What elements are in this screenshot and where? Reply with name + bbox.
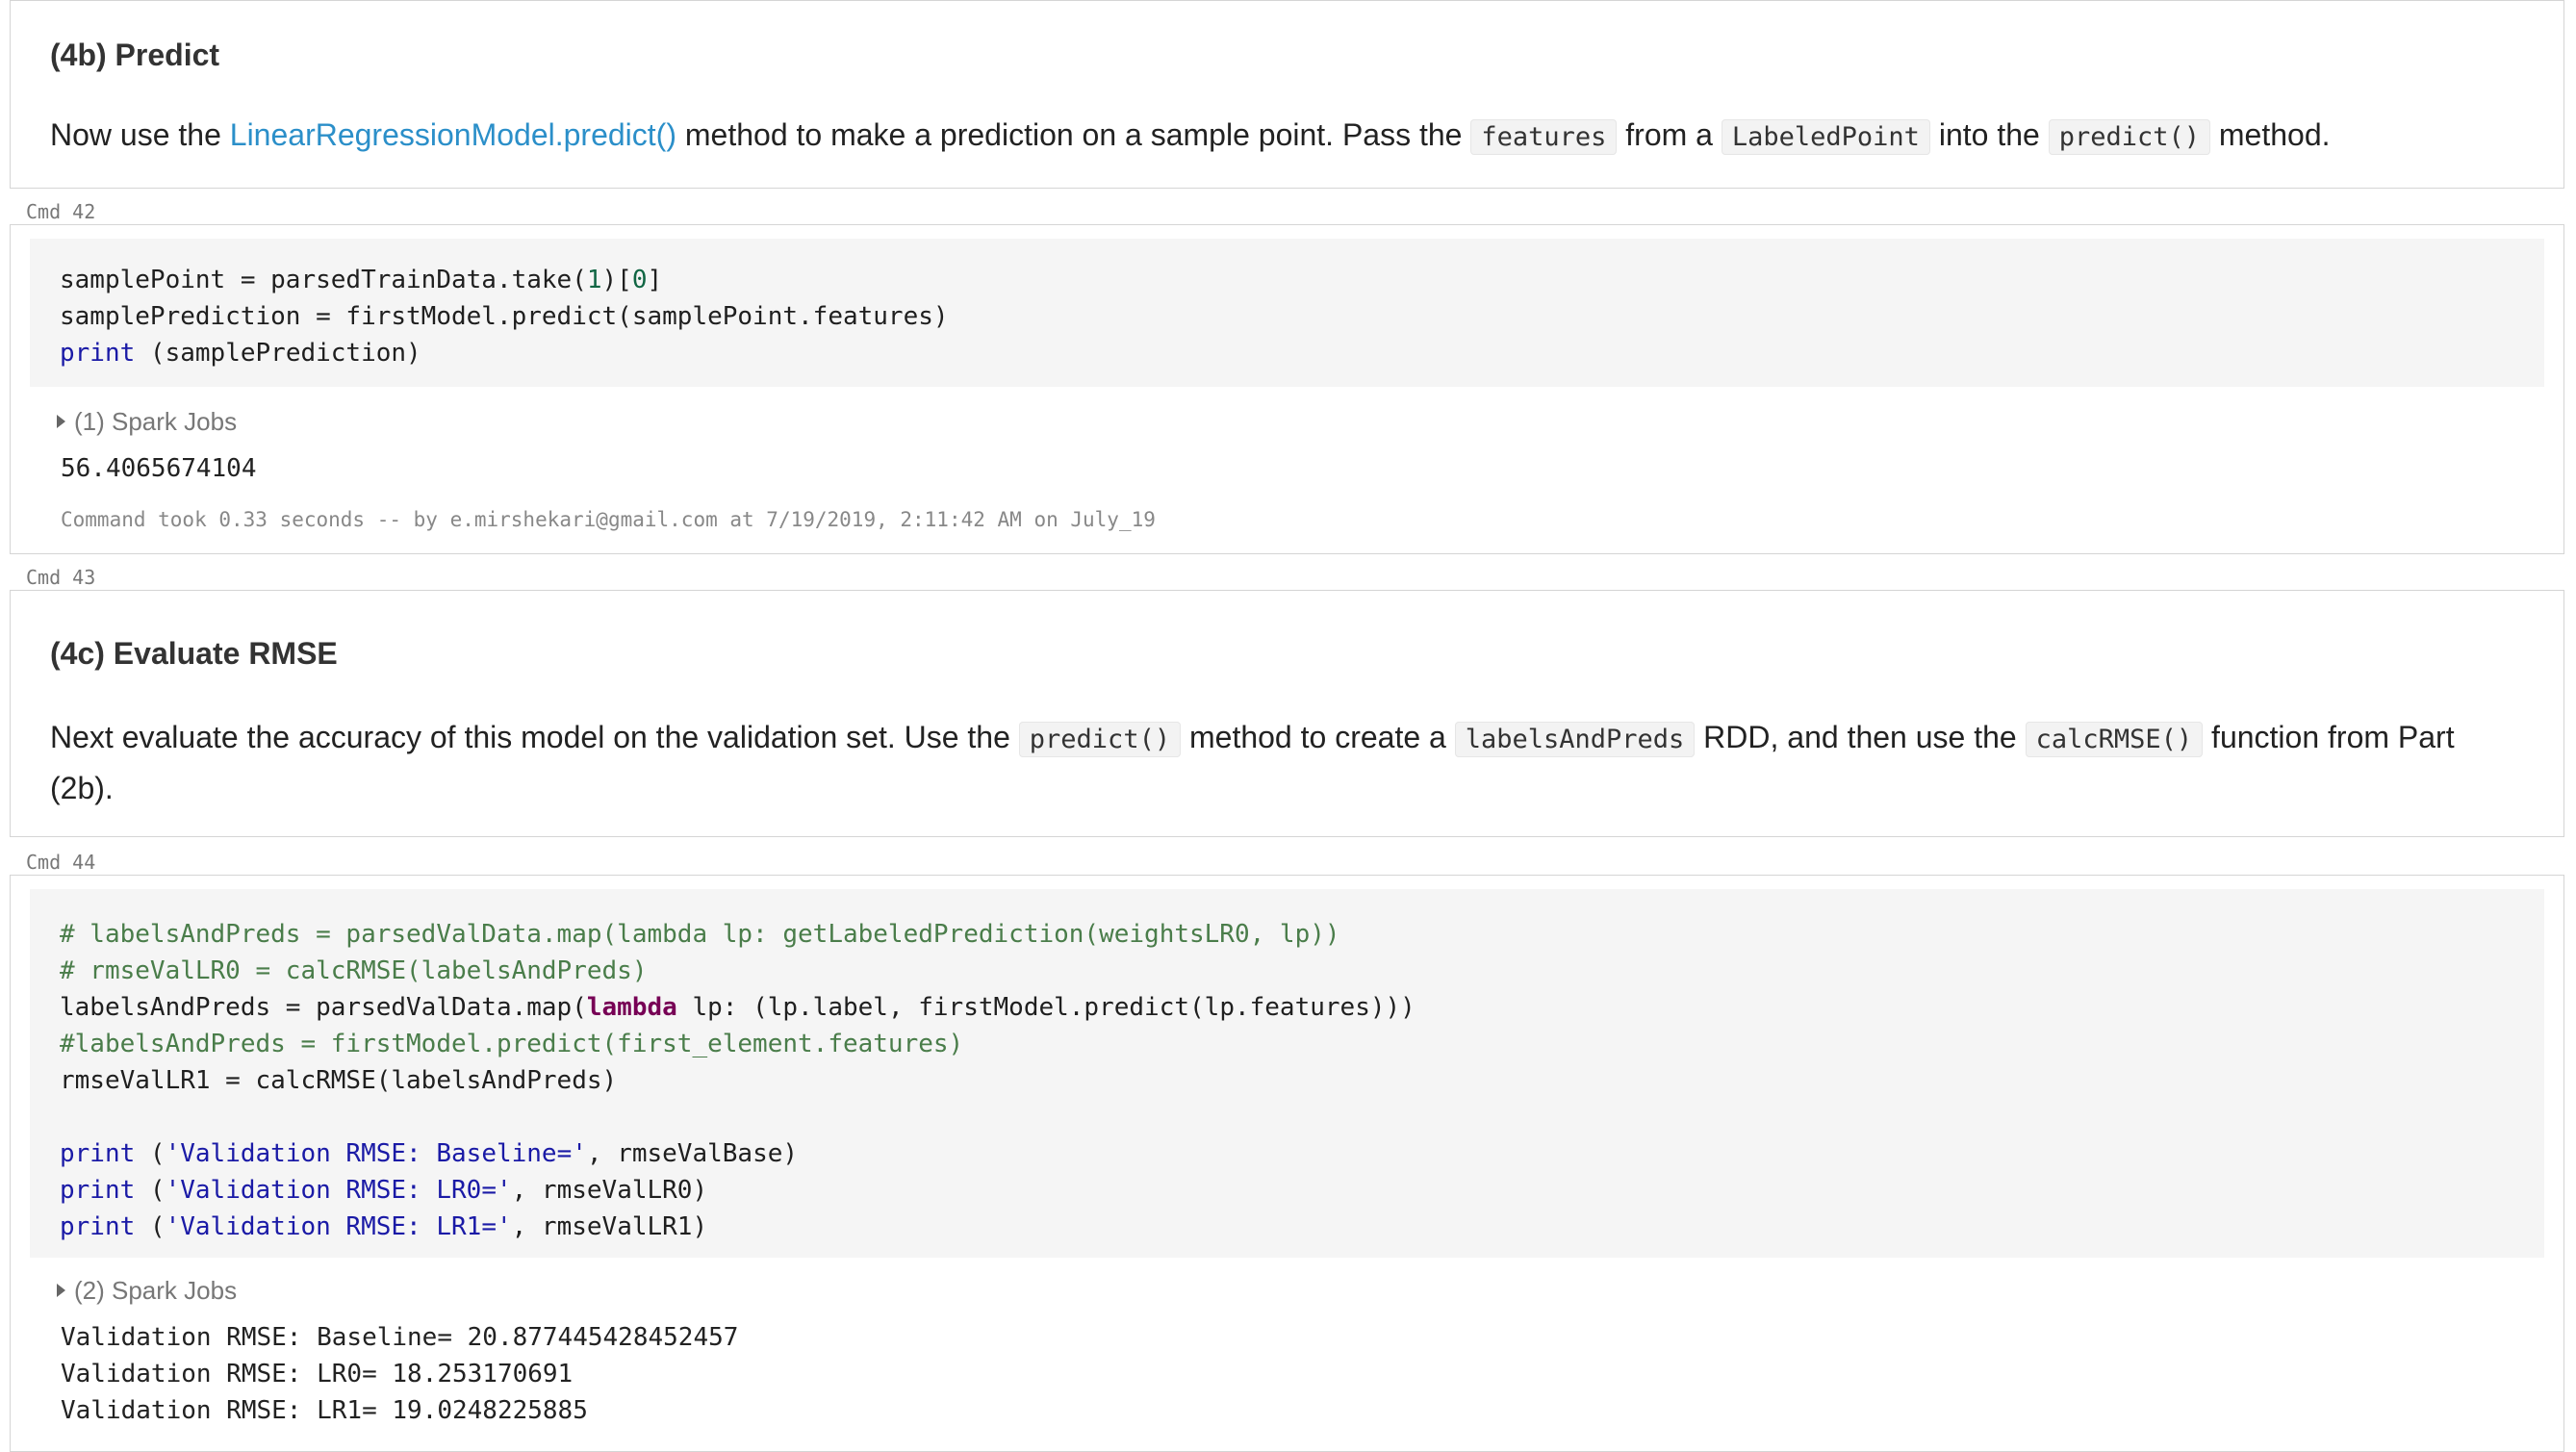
code-comment-line: # labelsAndPreds = parsedValData.map(lam… xyxy=(60,920,1340,949)
inline-code: predict() xyxy=(1018,722,1182,757)
code-line: print ('Validation RMSE: LR1=', rmseValL… xyxy=(60,1212,708,1241)
code-line: samplePoint = parsedTrainData.take(1)[0] xyxy=(60,266,663,294)
code-line: print ('Validation RMSE: LR0=', rmseValL… xyxy=(60,1176,708,1205)
code-comment-line: # rmseValLR0 = calcRMSE(labelsAndPreds) xyxy=(60,956,648,985)
cell-output-line: Validation RMSE: LR0= 18.253170691 xyxy=(61,1360,574,1388)
code-editor[interactable]: samplePoint = parsedTrainData.take(1)[0]… xyxy=(30,239,2544,387)
cell-output-line: Validation RMSE: Baseline= 20.8774454284… xyxy=(61,1323,739,1352)
code-line: print (samplePrediction) xyxy=(60,339,421,368)
expand-triangle-icon xyxy=(57,1284,65,1297)
para-text: method to make a prediction on a sample … xyxy=(676,117,1471,152)
para-text: into the xyxy=(1929,117,2049,152)
para-text: method to create a xyxy=(1181,720,1455,754)
code-cell-44[interactable]: # labelsAndPreds = parsedValData.map(lam… xyxy=(10,875,2564,1452)
inline-code: labelsAndPreds xyxy=(1454,722,1696,757)
cmd-label: Cmd 43 xyxy=(26,566,96,589)
inline-code: calcRMSE() xyxy=(2025,722,2204,757)
code-line: samplePrediction = firstModel.predict(sa… xyxy=(60,302,949,331)
inline-code: features xyxy=(1470,119,1618,155)
cell-heading: (4b) Predict xyxy=(50,38,220,72)
command-took-info: Command took 0.33 seconds -- by e.mirshe… xyxy=(61,508,1156,531)
code-cell-42[interactable]: samplePoint = parsedTrainData.take(1)[0]… xyxy=(10,224,2564,554)
code-comment-line: #labelsAndPreds = firstModel.predict(fir… xyxy=(60,1030,964,1058)
cmd-label: Cmd 44 xyxy=(26,851,96,874)
para-text: Next evaluate the accuracy of this model… xyxy=(50,720,1019,754)
para-text: RDD, and then use the xyxy=(1695,720,2026,754)
spark-jobs-label: (2) Spark Jobs xyxy=(74,1276,238,1305)
spark-jobs-toggle[interactable]: (1) Spark Jobs xyxy=(57,407,238,436)
markdown-cell-43[interactable]: (4c) Evaluate RMSE Next evaluate the acc… xyxy=(10,590,2564,837)
code-line: rmseValLR1 = calcRMSE(labelsAndPreds) xyxy=(60,1066,618,1095)
cell-output-line: Validation RMSE: LR1= 19.0248225885 xyxy=(61,1396,588,1425)
para-text: method. xyxy=(2210,117,2331,152)
inline-code: LabeledPoint xyxy=(1721,119,1930,155)
code-editor[interactable]: # labelsAndPreds = parsedValData.map(lam… xyxy=(30,889,2544,1258)
para-text: Now use the xyxy=(50,117,230,152)
code-line: labelsAndPreds = parsedValData.map(lambd… xyxy=(60,993,1416,1022)
para-text: from a xyxy=(1617,117,1722,152)
markdown-cell-4b[interactable]: (4b) Predict Now use the LinearRegressio… xyxy=(10,0,2564,189)
predict-doc-link[interactable]: LinearRegressionModel.predict() xyxy=(230,117,676,152)
cell-output: 56.4065674104 xyxy=(61,454,257,483)
spark-jobs-toggle[interactable]: (2) Spark Jobs xyxy=(57,1276,238,1305)
spark-jobs-label: (1) Spark Jobs xyxy=(74,407,238,436)
cell-description: Next evaluate the accuracy of this model… xyxy=(50,713,2487,812)
cmd-label: Cmd 42 xyxy=(26,200,96,223)
inline-code: predict() xyxy=(2048,119,2210,155)
cell-description: Now use the LinearRegressionModel.predic… xyxy=(50,111,2487,162)
cell-heading: (4c) Evaluate RMSE xyxy=(50,636,338,671)
expand-triangle-icon xyxy=(57,415,65,428)
code-line: print ('Validation RMSE: Baseline=', rms… xyxy=(60,1139,799,1168)
